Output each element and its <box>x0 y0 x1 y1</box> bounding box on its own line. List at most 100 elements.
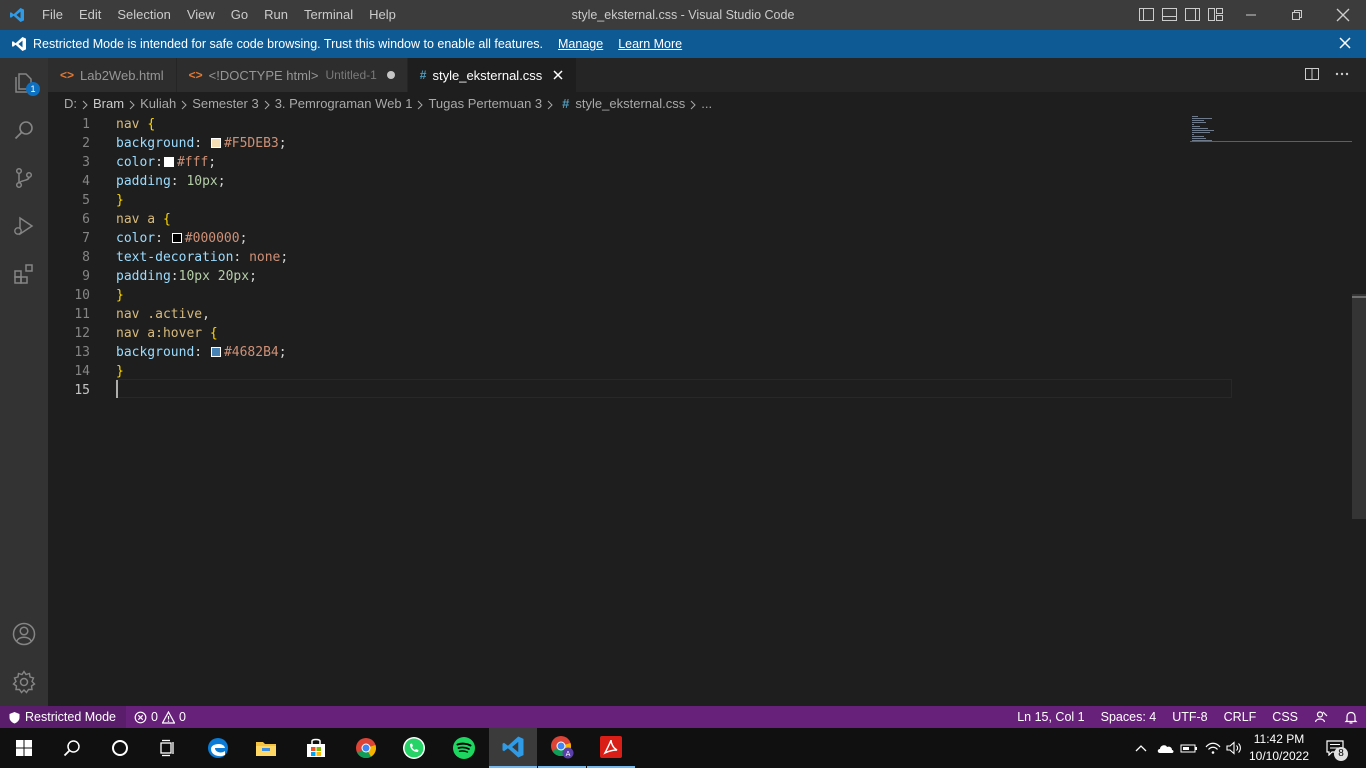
code-line[interactable]: 1 nav { <box>48 115 1232 134</box>
explorer-icon[interactable]: 1 <box>0 58 48 106</box>
menu-run[interactable]: Run <box>256 0 296 30</box>
menu-help[interactable]: Help <box>361 0 404 30</box>
breadcrumb-drive[interactable]: D: <box>64 96 77 111</box>
menu-go[interactable]: Go <box>223 0 256 30</box>
code-token: { <box>209 326 218 341</box>
breadcrumb-folder[interactable]: Bram <box>93 96 124 111</box>
wifi-icon[interactable] <box>1202 728 1224 768</box>
code-line[interactable]: 8 text-decoration: none; <box>48 248 1232 267</box>
split-editor-icon[interactable] <box>1304 66 1320 82</box>
run-and-debug-icon[interactable] <box>0 202 48 250</box>
toggle-primary-sidebar-icon[interactable] <box>1138 6 1155 23</box>
learn-more-link[interactable]: Learn More <box>618 37 682 51</box>
end-of-line[interactable]: CRLF <box>1216 706 1265 728</box>
color-swatch-icon[interactable] <box>210 138 221 148</box>
close-tab-icon[interactable] <box>552 69 564 81</box>
more-actions-icon[interactable] <box>1334 66 1350 82</box>
breadcrumb-file[interactable]: style_eksternal.css <box>575 96 685 111</box>
menu-file[interactable]: File <box>34 0 71 30</box>
code-line[interactable]: 5} <box>48 191 1232 210</box>
breadcrumb-folder[interactable]: Semester 3 <box>192 96 258 111</box>
code-text: background: #4682B4; <box>116 343 287 362</box>
accounts-icon[interactable] <box>0 610 48 658</box>
restore-icon[interactable] <box>1274 0 1320 30</box>
code-line[interactable]: 7 color: #000000; <box>48 229 1232 248</box>
cortana-icon[interactable] <box>96 728 144 768</box>
onedrive-icon[interactable] <box>1154 728 1176 768</box>
manage-gear-icon[interactable] <box>0 658 48 706</box>
file-explorer-icon[interactable] <box>242 728 290 768</box>
menu-selection[interactable]: Selection <box>109 0 178 30</box>
vertical-scrollbar[interactable] <box>1352 114 1366 706</box>
css-file-icon: # <box>419 68 427 82</box>
code-line[interactable]: 11 nav .active, <box>48 305 1232 324</box>
text-cursor <box>116 380 118 398</box>
battery-icon[interactable] <box>1178 728 1200 768</box>
color-swatch-icon[interactable] <box>163 157 174 167</box>
show-hidden-icons-icon[interactable] <box>1132 728 1150 768</box>
manage-link[interactable]: Manage <box>558 37 603 51</box>
close-window-icon[interactable] <box>1320 0 1366 30</box>
code-line[interactable]: 14} <box>48 362 1232 381</box>
chrome-profile-icon[interactable]: A <box>538 728 586 768</box>
restricted-mode-status[interactable]: Restricted Mode <box>0 706 127 728</box>
code-line[interactable]: 6 nav a { <box>48 210 1232 229</box>
menu-edit[interactable]: Edit <box>71 0 109 30</box>
code-line[interactable]: 12 nav a:hover { <box>48 324 1232 343</box>
code-line[interactable]: 15 <box>48 381 1232 400</box>
code-line[interactable]: 10} <box>48 286 1232 305</box>
code-token: 10px <box>186 174 218 189</box>
code-token: #4682B4 <box>223 345 279 360</box>
toggle-panel-icon[interactable] <box>1161 6 1178 23</box>
code-line[interactable]: 4 padding: 10px; <box>48 172 1232 191</box>
language-mode[interactable]: CSS <box>1264 706 1306 728</box>
encoding[interactable]: UTF-8 <box>1164 706 1215 728</box>
close-banner-icon[interactable] <box>1338 36 1352 50</box>
edge-browser-icon[interactable] <box>194 728 242 768</box>
whatsapp-icon[interactable] <box>390 728 438 768</box>
chevron-right-icon <box>545 98 555 110</box>
problems-status[interactable]: 0 0 <box>126 706 194 728</box>
extensions-icon[interactable] <box>0 250 48 298</box>
code-line[interactable]: 3 color: #fff; <box>48 153 1232 172</box>
menu-terminal[interactable]: Terminal <box>296 0 361 30</box>
indentation[interactable]: Spaces: 4 <box>1093 706 1165 728</box>
spotify-icon[interactable] <box>440 728 488 768</box>
tab-lab2web[interactable]: <> Lab2Web.html <box>48 58 177 92</box>
taskbar-clock[interactable]: 11:42 PM 10/10/2022 <box>1240 731 1318 765</box>
breadcrumb-folder[interactable]: Tugas Pertemuan 3 <box>428 96 542 111</box>
notifications-bell-icon[interactable] <box>1336 706 1366 728</box>
html-file-icon: <> <box>188 68 203 82</box>
toggle-secondary-sidebar-icon[interactable] <box>1184 6 1201 23</box>
code-token: } <box>116 364 124 379</box>
code-line[interactable]: 2 background: #F5DEB3; <box>48 134 1232 153</box>
windows-start-icon[interactable] <box>0 728 48 768</box>
feedback-icon[interactable] <box>1306 706 1336 728</box>
code-line[interactable]: 9 padding:10px 20px; <box>48 267 1232 286</box>
acrobat-reader-icon[interactable] <box>587 728 635 768</box>
breadcrumb-folder[interactable]: 3. Pemrograman Web 1 <box>275 96 413 111</box>
unsaved-dot-icon[interactable] <box>386 71 395 79</box>
vscode-taskbar-icon[interactable] <box>489 728 537 768</box>
color-swatch-icon[interactable] <box>171 233 182 243</box>
source-control-icon[interactable] <box>0 154 48 202</box>
customize-layout-icon[interactable] <box>1207 6 1224 23</box>
tab-untitled-1[interactable]: <> <!DOCTYPE html> Untitled-1 <box>176 58 408 92</box>
tab-style-eksternal[interactable]: # style_eksternal.css <box>407 58 578 92</box>
color-swatch-icon[interactable] <box>210 347 221 357</box>
code-text: text-decoration: none; <box>116 248 288 267</box>
scrollbar-thumb[interactable] <box>1352 294 1366 519</box>
code-editor[interactable]: 1 nav {2 background: #F5DEB3; 3 color: #fff; 4… <box>48 114 1366 706</box>
chrome-icon[interactable] <box>342 728 390 768</box>
minimize-icon[interactable] <box>1228 0 1274 30</box>
code-line[interactable]: 13 background: #4682B4; <box>48 343 1232 362</box>
cursor-position[interactable]: Ln 15, Col 1 <box>1009 706 1092 728</box>
minimap[interactable] <box>1190 114 1302 154</box>
breadcrumb-folder[interactable]: Kuliah <box>140 96 176 111</box>
menu-view[interactable]: View <box>179 0 223 30</box>
microsoft-store-icon[interactable] <box>292 728 340 768</box>
breadcrumb-symbols[interactable]: ... <box>701 96 712 111</box>
search-icon[interactable] <box>0 106 48 154</box>
task-view-icon[interactable] <box>144 728 192 768</box>
taskbar-search-icon[interactable] <box>48 728 96 768</box>
